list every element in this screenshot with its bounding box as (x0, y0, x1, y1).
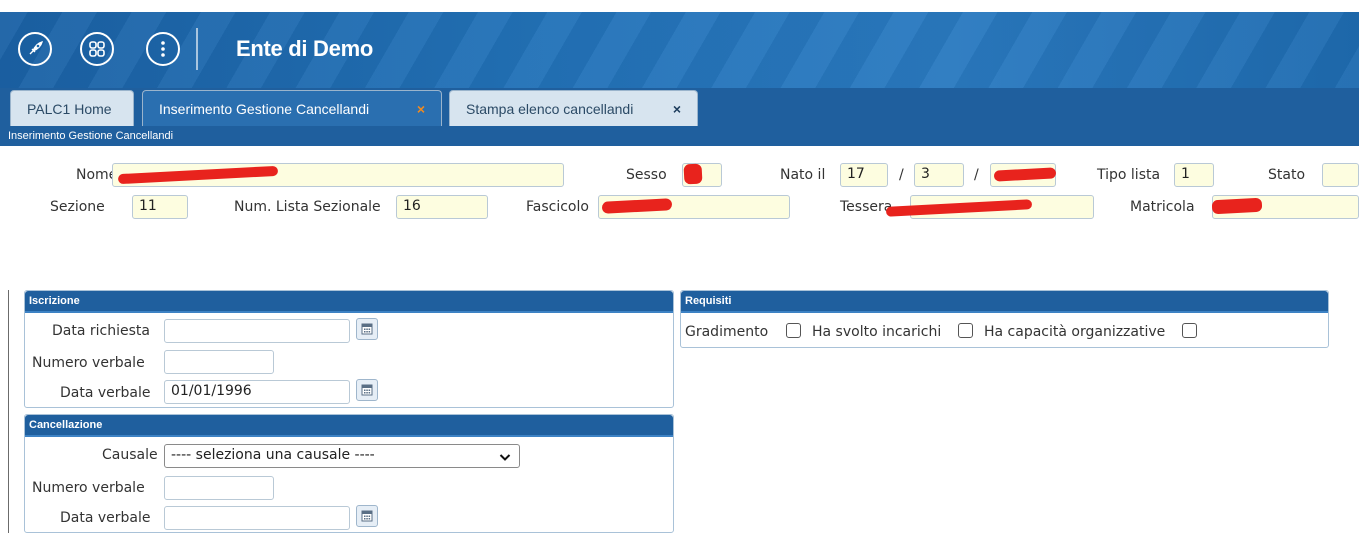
data-verbale-label: Data verbale (60, 385, 151, 401)
ha-svolto-checkbox[interactable] (958, 323, 973, 338)
close-icon[interactable]: × (417, 101, 425, 117)
calendar-icon[interactable] (356, 505, 378, 527)
data-richiesta-field[interactable] (164, 319, 350, 343)
ha-capacita-label: Ha capacità organizzative (984, 324, 1166, 340)
app-header: Ente di Demo (0, 0, 1359, 88)
sezione-field[interactable]: 11 (132, 195, 188, 219)
apps-grid-icon[interactable] (80, 32, 114, 66)
calendar-icon[interactable] (356, 379, 378, 401)
tab-label: Stampa elenco cancellandi (466, 100, 634, 117)
numero-verbale-label: Numero verbale (32, 355, 145, 371)
sezione-label: Sezione (50, 199, 105, 215)
gradimento-checkbox[interactable] (786, 323, 801, 338)
ha-svolto-label: Ha svolto incarichi (812, 324, 942, 340)
date-separator: / (899, 167, 904, 183)
cancellazione-numero-verbale-label: Numero verbale (32, 480, 145, 496)
num-lista-label: Num. Lista Sezionale (234, 199, 381, 215)
app-title: Ente di Demo (236, 36, 373, 61)
causale-select[interactable]: ---- seleziona una causale ---- (164, 444, 520, 468)
header-separator (196, 28, 198, 70)
date-separator: / (974, 167, 979, 183)
num-lista-field[interactable]: 16 (396, 195, 488, 219)
more-vertical-icon[interactable] (146, 32, 180, 66)
tab-palc1-home[interactable]: PALC1 Home (10, 90, 134, 126)
gradimento-label: Gradimento (685, 324, 769, 340)
fascicolo-label: Fascicolo (526, 199, 589, 215)
matricola-label: Matricola (1130, 199, 1195, 215)
page-subtitle: Inserimento Gestione Cancellandi (0, 126, 1359, 146)
redaction-mark (1211, 197, 1263, 215)
numero-verbale-field[interactable] (164, 350, 274, 374)
chevron-down-icon (499, 447, 511, 467)
header-top-strip (0, 0, 1359, 12)
tipo-lista-label: Tipo lista (1097, 167, 1161, 183)
tab-label: PALC1 Home (27, 100, 112, 117)
rocket-icon[interactable] (18, 32, 52, 66)
tab-bar: PALC1 Home Inserimento Gestione Cancella… (0, 88, 1359, 126)
cancellazione-title: Cancellazione (25, 415, 673, 437)
requisiti-title: Requisiti (681, 291, 1328, 313)
stato-field[interactable] (1322, 163, 1359, 187)
causale-selected-value: ---- seleziona una causale ---- (171, 447, 375, 463)
tab-label: Inserimento Gestione Cancellandi (159, 100, 370, 117)
redaction-mark (683, 163, 703, 185)
nato-il-label: Nato il (780, 167, 826, 183)
data-richiesta-label: Data richiesta (52, 323, 150, 339)
tipo-lista-field[interactable]: 1 (1174, 163, 1214, 187)
data-verbale-field[interactable]: 01/01/1996 (164, 380, 350, 404)
causale-label: Causale (102, 447, 158, 463)
tab-stampa-elenco-cancellandi[interactable]: Stampa elenco cancellandi × (449, 90, 698, 126)
tab-inserimento-gestione-cancellandi[interactable]: Inserimento Gestione Cancellandi × (142, 90, 442, 126)
cancellazione-data-verbale-label: Data verbale (60, 510, 151, 526)
calendar-icon[interactable] (356, 318, 378, 340)
cancellazione-data-verbale-field[interactable] (164, 506, 350, 530)
tessera-label: Tessera (840, 199, 893, 215)
left-edge-line (8, 290, 9, 533)
nato-month-field[interactable]: 3 (914, 163, 964, 187)
sesso-label: Sesso (626, 167, 667, 183)
close-icon[interactable]: × (673, 101, 681, 117)
ha-capacita-checkbox[interactable] (1182, 323, 1197, 338)
stato-label: Stato (1268, 167, 1306, 183)
nato-day-field[interactable]: 17 (840, 163, 888, 187)
cancellazione-numero-verbale-field[interactable] (164, 476, 274, 500)
iscrizione-title: Iscrizione (25, 291, 673, 313)
